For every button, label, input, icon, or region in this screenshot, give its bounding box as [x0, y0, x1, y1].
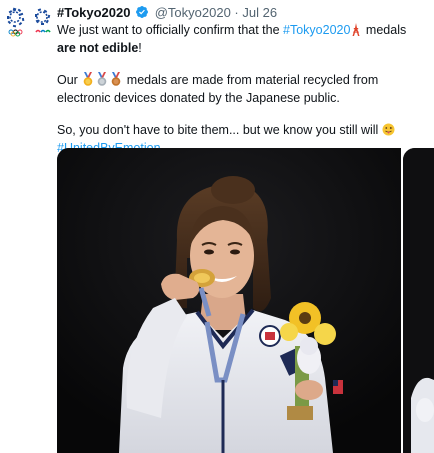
tokyo-tower-emoji: [350, 23, 362, 40]
account-handle[interactable]: @Tokyo2020: [155, 5, 231, 20]
athlete-biting-medal-photo: [57, 148, 401, 453]
tongue-out-face-emoji: [382, 123, 395, 140]
tweet-text-segment: We just want to officially confirm that …: [57, 23, 284, 37]
tweet-text: We just want to officially confirm that …: [57, 22, 427, 156]
header-separator: ·: [234, 5, 239, 20]
tweet-photo[interactable]: [57, 148, 401, 453]
tweet-bold-text: are not edible: [57, 41, 139, 55]
second-photo-preview: [403, 148, 434, 453]
tweet-photo-2-preview[interactable]: [403, 148, 434, 453]
tweet[interactable]: #Tokyo2020 @Tokyo2020 · Jul 26 We just w…: [0, 0, 434, 453]
tweet-text-segment: Our: [57, 73, 82, 87]
bronze-medal-emoji: [109, 72, 123, 90]
tweet-header: #Tokyo2020 @Tokyo2020 · Jul 26: [57, 5, 277, 23]
silver-medal-emoji: [95, 72, 109, 90]
hashtag-tokyo2020-link[interactable]: #Tokyo2020: [283, 23, 350, 37]
tweet-paragraph-1: We just want to officially confirm that …: [57, 22, 427, 56]
tweet-text-segment: !: [138, 41, 142, 55]
tweet-paragraph-2: Our medals are made from material recycl…: [57, 72, 427, 106]
gold-medal-emoji: [81, 72, 95, 90]
account-avatar[interactable]: [6, 6, 54, 40]
verified-badge-icon: [135, 5, 149, 23]
tweet-text-segment: medals: [362, 23, 407, 37]
tweet-text-segment: So, you don't have to bite them... but w…: [57, 123, 382, 137]
account-name[interactable]: #Tokyo2020: [57, 5, 130, 20]
olympic-paralympic-emblems: [7, 7, 51, 37]
tweet-date[interactable]: Jul 26: [242, 5, 277, 20]
